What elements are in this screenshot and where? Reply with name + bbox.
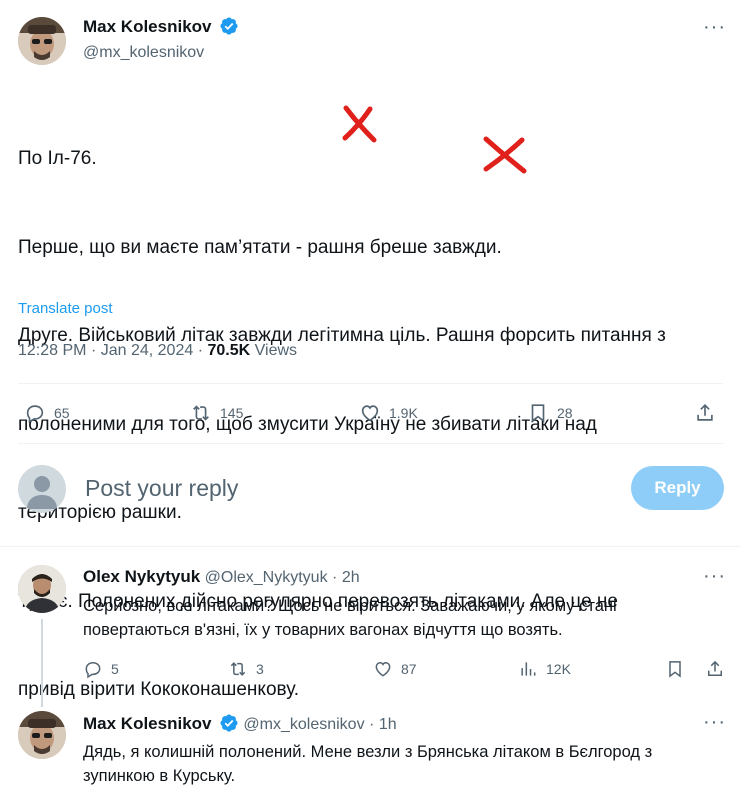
repost-action[interactable]: 3	[228, 659, 264, 679]
reply-action[interactable]: 65	[24, 402, 70, 424]
views-label: Views	[254, 342, 298, 359]
reply-line: зупинкою в Курську.	[83, 767, 236, 785]
like-count: 1.9K	[389, 405, 418, 421]
heart-icon	[375, 661, 391, 677]
strike-mark-icon	[342, 105, 377, 143]
reply-author-handle[interactable]: @Olex_Nykytyuk	[205, 569, 328, 586]
separator: ·	[90, 342, 97, 359]
verified-badge-icon	[220, 714, 238, 732]
reply-count: 5	[111, 661, 119, 677]
more-options-icon[interactable]: ···	[703, 711, 726, 734]
strike-mark-icon	[483, 136, 527, 174]
repost-icon	[230, 662, 246, 676]
divider	[18, 443, 723, 444]
more-options-icon[interactable]: ···	[703, 16, 726, 39]
reply-action[interactable]: 5	[83, 659, 119, 679]
views-count: 70.5K	[207, 342, 251, 359]
avatar-image	[18, 565, 66, 613]
repost-action[interactable]: 145	[190, 402, 243, 424]
default-avatar-icon	[27, 476, 57, 509]
repost-count: 145	[220, 405, 244, 421]
tweet-meta: 12:28 PM · Jan 24, 2024 · 70.5K Views	[18, 342, 297, 360]
separator: ·	[332, 569, 338, 586]
reply-text: Дядь, я колишній полонений. Мене везли з…	[83, 740, 723, 788]
separator: ·	[197, 342, 204, 359]
reply-line: Дядь, я колишній полонений. Мене везли з…	[83, 743, 653, 761]
reply-count: 65	[54, 405, 70, 421]
reply-composer-input[interactable]: Post your reply	[85, 475, 238, 502]
like-count: 87	[401, 661, 417, 677]
user-avatar[interactable]	[18, 465, 66, 513]
divider	[0, 546, 741, 547]
repost-icon	[193, 405, 209, 421]
share-action[interactable]	[694, 402, 716, 424]
reply-author-name[interactable]: Olex Nykytyuk	[83, 567, 200, 586]
bookmark-count: 28	[557, 405, 573, 421]
tweet-date[interactable]: Jan 24, 2024	[101, 342, 194, 359]
reply-text: Серйозно, все літаками? Щось не віриться…	[83, 594, 723, 642]
tweet-time[interactable]: 12:28 PM	[18, 342, 86, 359]
avatar-image	[18, 17, 66, 65]
reply-button[interactable]: Reply	[631, 466, 724, 510]
tweet-line: територією рашки.	[18, 502, 182, 523]
views-action[interactable]: 12K	[518, 659, 571, 679]
tweet-line: Перше, що ви маєте пам’ятати - рашня бре…	[18, 236, 502, 258]
avatar-image	[18, 711, 66, 759]
translate-link[interactable]: Translate post	[18, 300, 113, 317]
verified-badge-icon	[220, 17, 238, 35]
heart-icon	[361, 405, 379, 422]
reply-author-name[interactable]: Max Kolesnikov	[83, 714, 212, 733]
divider	[18, 383, 723, 384]
analytics-icon	[521, 662, 536, 676]
reply-line: Серйозно, все літаками? Щось не віриться…	[83, 597, 617, 615]
bookmark-action[interactable]	[665, 659, 685, 679]
more-options-icon[interactable]: ···	[703, 565, 726, 588]
tweet-line: привід вірити Кококонашенкову.	[18, 679, 300, 700]
bookmark-action[interactable]: 28	[527, 402, 573, 424]
reply-icon	[26, 405, 44, 424]
share-action[interactable]	[705, 659, 725, 679]
reply-header: Max Kolesnikov @mx_kolesnikov · 1h	[83, 713, 397, 734]
reply-line: повертаються в'язні, їх у товарних вагон…	[83, 621, 563, 639]
reply-icon	[85, 661, 101, 679]
share-icon	[697, 404, 713, 421]
author-name-row: Max Kolesnikov	[83, 16, 239, 37]
like-action[interactable]: 87	[373, 659, 417, 679]
views-count: 12K	[546, 661, 571, 677]
author-handle[interactable]: @mx_kolesnikov	[83, 44, 204, 62]
bookmark-icon	[669, 661, 681, 678]
separator: ·	[369, 716, 375, 733]
reply-header: Olex Nykytyuk @Olex_Nykytyuk · 2h	[83, 567, 360, 587]
reply-author-avatar[interactable]	[18, 565, 66, 613]
reply-time[interactable]: 2h	[342, 569, 360, 586]
author-name[interactable]: Max Kolesnikov	[83, 17, 212, 36]
author-avatar[interactable]	[18, 17, 66, 65]
reply-time[interactable]: 1h	[379, 716, 397, 733]
reply-author-avatar[interactable]	[18, 711, 66, 759]
like-action[interactable]: 1.9K	[359, 402, 418, 424]
reply-author-handle[interactable]: @mx_kolesnikov	[243, 716, 364, 733]
thread-line	[41, 619, 43, 707]
bookmark-icon	[531, 404, 545, 423]
repost-count: 3	[256, 661, 264, 677]
share-icon	[708, 660, 722, 676]
tweet-line: По Іл-76.	[18, 148, 97, 169]
